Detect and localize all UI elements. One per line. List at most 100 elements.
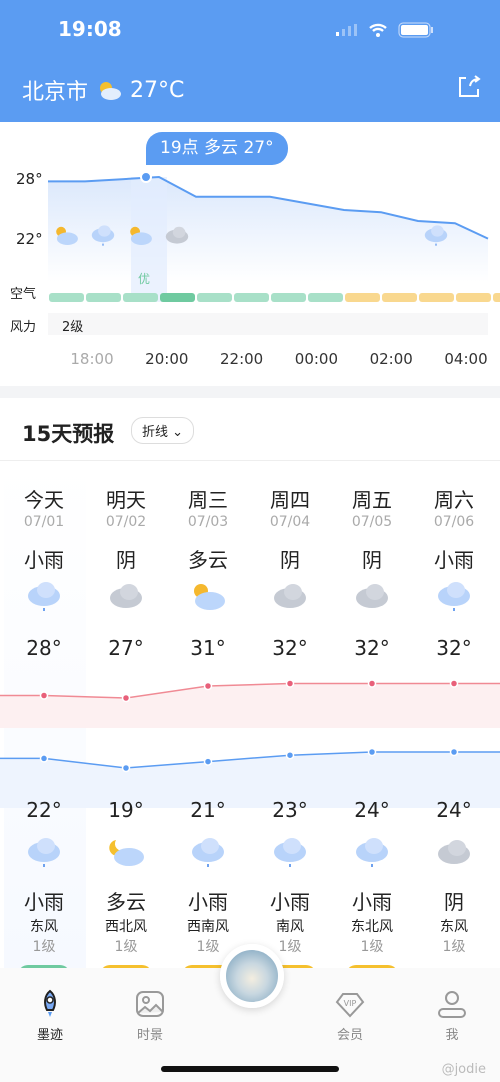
air-quality-bar[interactable] bbox=[419, 293, 454, 302]
night-weather: 阴 bbox=[444, 890, 464, 914]
day-column[interactable]: 周五 07/05 阴 32° 24° 小雨 东北风 1级良 bbox=[331, 484, 413, 985]
daily-forecast: 15天预报 折线 ⌄ 今天 07/01 小雨 28° 22° 小雨 东风 1级优… bbox=[0, 398, 500, 985]
light-rain-icon bbox=[28, 582, 60, 611]
wind-level: 1级 bbox=[360, 939, 384, 955]
air-quality-bar[interactable] bbox=[197, 293, 232, 302]
wind-value: 2级 bbox=[62, 320, 84, 335]
wind-direction: 南风 bbox=[276, 919, 304, 935]
hourly-forecast: 19点 多云 27° 28° 22° 优 空气 风力 2级 18:00 20:00… bbox=[0, 122, 500, 386]
day-name: 周四 bbox=[270, 488, 310, 512]
high-temp: 32° bbox=[272, 636, 308, 660]
location[interactable]: 北京市 27°C bbox=[22, 74, 184, 106]
light-rain-icon bbox=[274, 838, 306, 867]
air-quality-bar[interactable] bbox=[308, 293, 343, 302]
day-weather: 小雨 bbox=[434, 548, 474, 572]
night-weather: 小雨 bbox=[188, 890, 228, 914]
light-rain-icon bbox=[356, 838, 388, 867]
day-name: 周三 bbox=[188, 488, 228, 512]
svg-text:VIP: VIP bbox=[344, 999, 357, 1008]
overcast-icon bbox=[110, 584, 142, 608]
wind-level: 1级 bbox=[114, 939, 138, 955]
air-selected-label: 优 bbox=[138, 272, 151, 286]
air-quality-bar[interactable] bbox=[382, 293, 417, 302]
vip-icon: VIP bbox=[335, 993, 365, 1018]
wind-row bbox=[48, 313, 488, 335]
day-date: 07/01 bbox=[23, 514, 65, 530]
air-quality-bar[interactable] bbox=[271, 293, 306, 302]
day-date: 07/04 bbox=[269, 514, 311, 530]
overcast-icon bbox=[356, 584, 388, 608]
day-weather: 阴 bbox=[280, 548, 300, 572]
partly-cloudy-icon bbox=[56, 226, 78, 245]
tab-label: 墨迹 bbox=[36, 1028, 63, 1043]
current-temp: 27°C bbox=[130, 77, 185, 103]
wind-level: 1级 bbox=[32, 939, 56, 955]
home-indicator bbox=[161, 1066, 339, 1072]
tab-vip[interactable]: VIP 会员 bbox=[310, 988, 390, 1043]
wind-direction: 西北风 bbox=[105, 919, 147, 935]
light-rain-icon bbox=[438, 582, 470, 611]
high-temp: 28° bbox=[26, 636, 62, 660]
high-temp: 32° bbox=[354, 636, 390, 660]
share-icon[interactable] bbox=[456, 74, 482, 100]
light-rain-icon bbox=[424, 225, 448, 246]
day-date: 07/05 bbox=[351, 514, 393, 530]
signal-icon bbox=[336, 24, 357, 36]
overcast-icon bbox=[165, 226, 189, 244]
day-weather: 阴 bbox=[116, 548, 136, 572]
city-name: 北京市 bbox=[22, 80, 89, 105]
air-quality-bar[interactable] bbox=[345, 293, 380, 302]
image-icon bbox=[136, 991, 164, 1017]
day-weather: 阴 bbox=[362, 548, 382, 572]
tab-image[interactable]: 时景 bbox=[110, 988, 190, 1043]
tab-user[interactable]: 我 bbox=[412, 988, 492, 1043]
air-quality-bar[interactable] bbox=[49, 293, 84, 302]
light-rain-icon bbox=[91, 225, 115, 246]
wind-direction: 东北风 bbox=[351, 919, 393, 935]
light-rain-icon bbox=[192, 838, 224, 867]
day-column[interactable]: 明天 07/02 阴 27° 19° 多云 西北风 1级良 bbox=[85, 484, 167, 985]
rocket-icon bbox=[44, 989, 56, 1017]
status-time: 19:08 bbox=[58, 17, 122, 41]
day-name: 周五 bbox=[352, 488, 392, 512]
wind-direction: 东风 bbox=[30, 919, 58, 935]
high-temp: 31° bbox=[190, 636, 226, 660]
air-quality-bar[interactable] bbox=[456, 293, 491, 302]
air-quality-bar[interactable] bbox=[234, 293, 269, 302]
hour-label: 18:00 bbox=[70, 350, 114, 368]
hour-tooltip: 19点 多云 27° bbox=[146, 132, 288, 165]
tab-label: 时景 bbox=[136, 1028, 163, 1043]
day-date: 07/03 bbox=[187, 514, 229, 530]
status-icons bbox=[336, 22, 434, 38]
selected-hour-point bbox=[140, 171, 152, 183]
air-quality-bar[interactable] bbox=[123, 293, 158, 302]
center-scene-button[interactable] bbox=[220, 944, 284, 1008]
tab-rocket[interactable]: 墨迹 bbox=[10, 988, 90, 1043]
air-quality-bar[interactable] bbox=[160, 293, 195, 302]
air-quality-bar[interactable] bbox=[86, 293, 121, 302]
header: 19:08 北京市 27°C bbox=[0, 0, 500, 122]
battery-icon bbox=[398, 22, 433, 38]
partly-cloudy-icon bbox=[194, 584, 225, 610]
high-temp: 27° bbox=[108, 636, 144, 660]
air-quality-bar[interactable] bbox=[493, 293, 500, 302]
day-column[interactable]: 周四 07/04 阴 32° 23° 小雨 南风 1级良 bbox=[249, 484, 331, 985]
day-column[interactable]: 周三 07/03 多云 31° 21° 小雨 西南风 1级良 bbox=[167, 484, 249, 985]
day-column[interactable]: 今天 07/01 小雨 28° 22° 小雨 东风 1级优 bbox=[3, 484, 85, 985]
day-date: 07/02 bbox=[105, 514, 147, 530]
hour-label: 04:00 bbox=[444, 350, 488, 368]
day-name: 今天 bbox=[24, 488, 64, 512]
wind-direction: 西南风 bbox=[187, 919, 229, 935]
user-icon bbox=[438, 991, 466, 1018]
y-label-high: 28° bbox=[16, 170, 43, 188]
hour-label: 20:00 bbox=[145, 350, 189, 368]
low-temp: 24° bbox=[354, 798, 390, 822]
day-weather: 小雨 bbox=[24, 548, 64, 572]
night-weather: 小雨 bbox=[352, 890, 392, 914]
wifi-icon bbox=[369, 23, 387, 37]
hour-label: 00:00 bbox=[294, 350, 339, 368]
hour-label: 02:00 bbox=[369, 350, 413, 368]
day-weather: 多云 bbox=[188, 548, 228, 572]
day-column[interactable]: 周六 07/06 小雨 32° 24° 阴 东风 1级 bbox=[413, 484, 495, 964]
day-name: 明天 bbox=[106, 488, 146, 512]
